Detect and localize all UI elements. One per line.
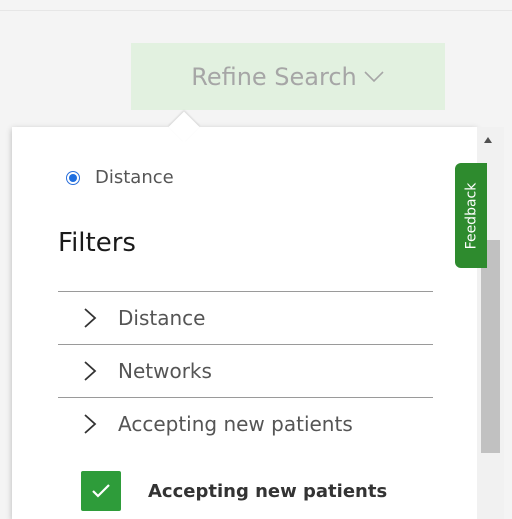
filters-heading: Filters <box>58 228 136 258</box>
accordion-label: Distance <box>118 306 206 330</box>
refine-search-label: Refine Search <box>191 62 357 91</box>
accordion-distance[interactable]: Distance <box>58 291 433 344</box>
checkbox-label: Accepting new patients <box>148 480 388 502</box>
accordion-label: Networks <box>118 359 212 383</box>
chevron-right-icon <box>83 413 103 435</box>
accepting-patients-checkbox-option[interactable]: Accepting new patients <box>81 471 387 511</box>
distance-radio[interactable] <box>66 170 80 185</box>
radio-selected-dot <box>69 173 77 182</box>
accordion-accepting-new-patients[interactable]: Accepting new patients <box>58 397 433 450</box>
refine-search-button[interactable]: Refine Search <box>131 43 445 110</box>
scroll-up-arrow-icon[interactable] <box>484 137 492 143</box>
checkmark-icon <box>92 484 110 498</box>
accordion-label: Accepting new patients <box>118 412 353 436</box>
chevron-down-icon <box>363 70 385 84</box>
distance-radio-option[interactable]: Distance <box>66 167 174 188</box>
scrollbar-thumb[interactable] <box>481 240 500 453</box>
header-divider <box>0 10 512 11</box>
accordion-networks[interactable]: Networks <box>58 344 433 397</box>
chevron-right-icon <box>83 307 103 329</box>
chevron-right-icon <box>83 360 103 382</box>
feedback-label: Feedback <box>463 182 480 249</box>
feedback-tab[interactable]: Feedback <box>455 163 487 268</box>
radio-label: Distance <box>95 167 174 188</box>
accepting-patients-checkbox[interactable] <box>81 471 121 511</box>
